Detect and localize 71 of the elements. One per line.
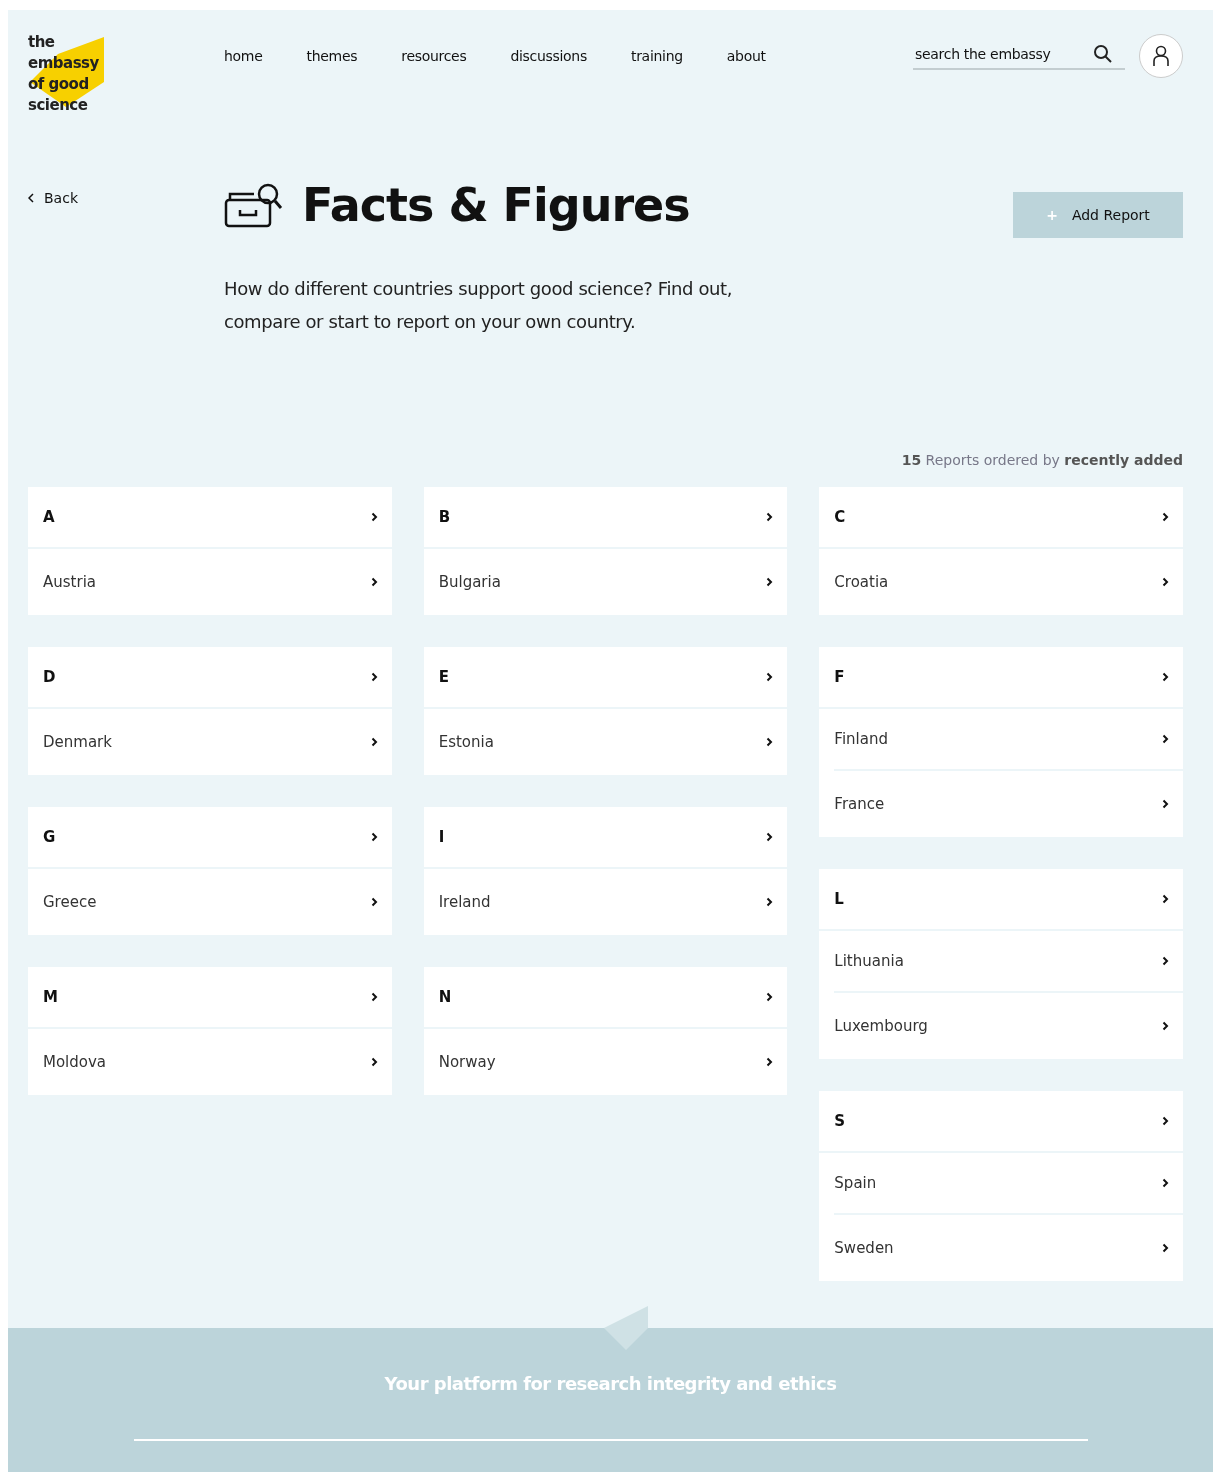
chevron-icon: [1162, 672, 1169, 682]
chevron-icon: [1162, 1116, 1169, 1126]
country-link[interactable]: Estonia: [423, 709, 788, 775]
chevron-icon: [1162, 734, 1169, 744]
nav-link[interactable]: discussions: [510, 46, 587, 67]
chevron-icon: [766, 737, 774, 747]
arrow-shape-icon: [604, 1306, 650, 1350]
country-link[interactable]: France: [819, 771, 1183, 837]
country-link[interactable]: Spain: [819, 1153, 1183, 1213]
nav-link[interactable]: about: [726, 46, 766, 67]
country-link[interactable]: Greece: [28, 869, 392, 935]
country-link[interactable]: Finland: [819, 709, 1183, 769]
country-link[interactable]: Moldova: [28, 1029, 392, 1095]
user-icon: [1152, 45, 1170, 67]
chevron-icon: [370, 672, 378, 682]
letter-heading[interactable]: M: [28, 967, 392, 1029]
chevron-icon: [1162, 894, 1169, 904]
footer-tagline: Your platform for research integrity and ethics: [384, 1372, 837, 1396]
letter-heading[interactable]: A: [28, 487, 392, 549]
search-icon[interactable]: [1093, 44, 1113, 64]
user-button[interactable]: [1139, 34, 1183, 78]
country-link[interactable]: Bulgaria: [423, 549, 788, 615]
chevron-icon: [370, 512, 378, 522]
chevron-left-icon: [28, 193, 34, 203]
letter-heading[interactable]: S: [819, 1091, 1183, 1153]
country-link[interactable]: Ireland: [423, 869, 788, 935]
letter-heading[interactable]: I: [423, 807, 788, 869]
chevron-icon: [1162, 512, 1169, 522]
chevron-icon: [370, 737, 378, 747]
letter-heading[interactable]: N: [423, 967, 788, 1029]
chevron-icon: [1162, 799, 1169, 809]
country-link[interactable]: Luxembourg: [819, 993, 1183, 1059]
chevron-icon: [1162, 1021, 1169, 1031]
chevron-icon: [370, 832, 378, 842]
nav-link[interactable]: training: [630, 46, 683, 67]
letter-heading[interactable]: D: [28, 647, 392, 709]
nav-link[interactable]: home: [224, 46, 263, 67]
country-link[interactable]: Norway: [423, 1029, 788, 1095]
chevron-icon: [766, 832, 774, 842]
letter-heading[interactable]: G: [28, 807, 392, 869]
chevron-icon: [766, 672, 774, 682]
nav-link[interactable]: themes: [306, 46, 358, 67]
letter-heading[interactable]: L: [819, 869, 1183, 931]
letter-heading[interactable]: C: [819, 487, 1183, 549]
chevron-icon: [1162, 577, 1169, 587]
report-summary: 15 Reports ordered by recently added: [900, 451, 1184, 470]
country-link[interactable]: Croatia: [819, 549, 1183, 615]
back-link[interactable]: Back: [28, 188, 224, 208]
chevron-icon: [766, 992, 774, 1002]
letter-heading[interactable]: B: [423, 487, 788, 549]
chevron-icon: [370, 577, 378, 587]
chevron-icon: [370, 1057, 378, 1067]
chevron-icon: [766, 577, 774, 587]
country-link[interactable]: Lithuania: [819, 931, 1183, 991]
letter-heading[interactable]: F: [819, 647, 1183, 709]
nav-link[interactable]: resources: [401, 46, 467, 67]
letter-heading[interactable]: E: [423, 647, 788, 709]
chevron-icon: [370, 897, 378, 907]
intro-text: How do different countries support good science? Find out, compare or start to report on your own country.: [224, 277, 733, 334]
country-link[interactable]: Austria: [28, 549, 392, 615]
country-link[interactable]: Sweden: [819, 1215, 1183, 1281]
country-link[interactable]: Denmark: [28, 709, 392, 775]
chevron-icon: [766, 1057, 774, 1067]
chevron-icon: [1162, 1178, 1169, 1188]
search-field[interactable]: search the embassy: [913, 42, 1125, 70]
chevron-icon: [1162, 956, 1169, 966]
add-report-button[interactable]: + Add Report: [1013, 192, 1183, 238]
chevron-icon: [1162, 1243, 1169, 1253]
chevron-icon: [766, 512, 774, 522]
chevron-icon: [766, 897, 774, 907]
chevron-icon: [370, 992, 378, 1002]
